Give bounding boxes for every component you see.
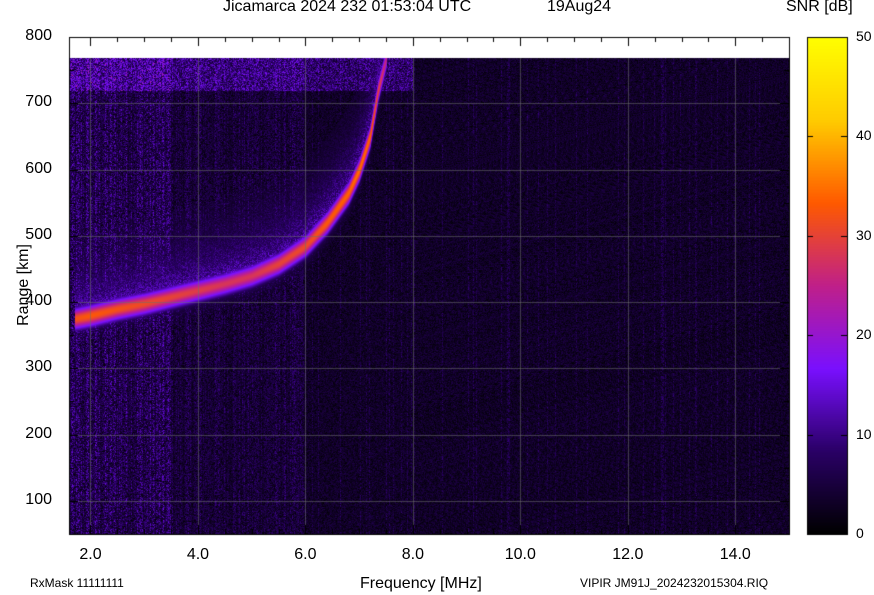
y-axis-label: Range [km] bbox=[15, 244, 32, 326]
y-tick-label: 800 bbox=[25, 27, 52, 44]
chart-title: Jicamarca 2024 232 01:53:04 UTC bbox=[223, 0, 472, 15]
colorbar-tick-label: 10 bbox=[856, 425, 872, 442]
y-tick-label: 100 bbox=[25, 490, 52, 508]
y-tick-label: 200 bbox=[25, 424, 52, 442]
x-axis-label: Frequency [MHz] bbox=[360, 575, 482, 592]
ionogram-plot bbox=[0, 0, 874, 595]
y-tick-label: 600 bbox=[25, 159, 52, 177]
x-tick-label: 12.0 bbox=[612, 546, 644, 563]
x-tick-label: 8.0 bbox=[401, 546, 424, 563]
x-tick-label: 14.0 bbox=[719, 546, 751, 563]
colorbar-tick-label: 50 bbox=[856, 28, 872, 44]
x-tick-label: 4.0 bbox=[186, 546, 210, 563]
y-tick-label: 300 bbox=[25, 358, 52, 376]
x-tick-label: 6.0 bbox=[294, 546, 317, 563]
rx-mask-label: RxMask 11111111 bbox=[30, 576, 124, 590]
file-name-label: VIPIR JM91J_2024232015304.RIQ bbox=[580, 576, 769, 590]
y-tick-label: 700 bbox=[25, 93, 52, 111]
x-tick-label: 10.0 bbox=[504, 546, 536, 563]
x-tick-label: 2.0 bbox=[79, 546, 102, 563]
colorbar-tick-label: 20 bbox=[856, 326, 872, 343]
chart-date: 19Aug24 bbox=[547, 0, 612, 15]
colorbar-tick-label: 0 bbox=[856, 525, 864, 541]
colorbar-tick-label: 30 bbox=[856, 226, 872, 243]
colorbar-label: SNR [dB] bbox=[786, 0, 853, 15]
colorbar-tick-label: 40 bbox=[856, 127, 872, 144]
